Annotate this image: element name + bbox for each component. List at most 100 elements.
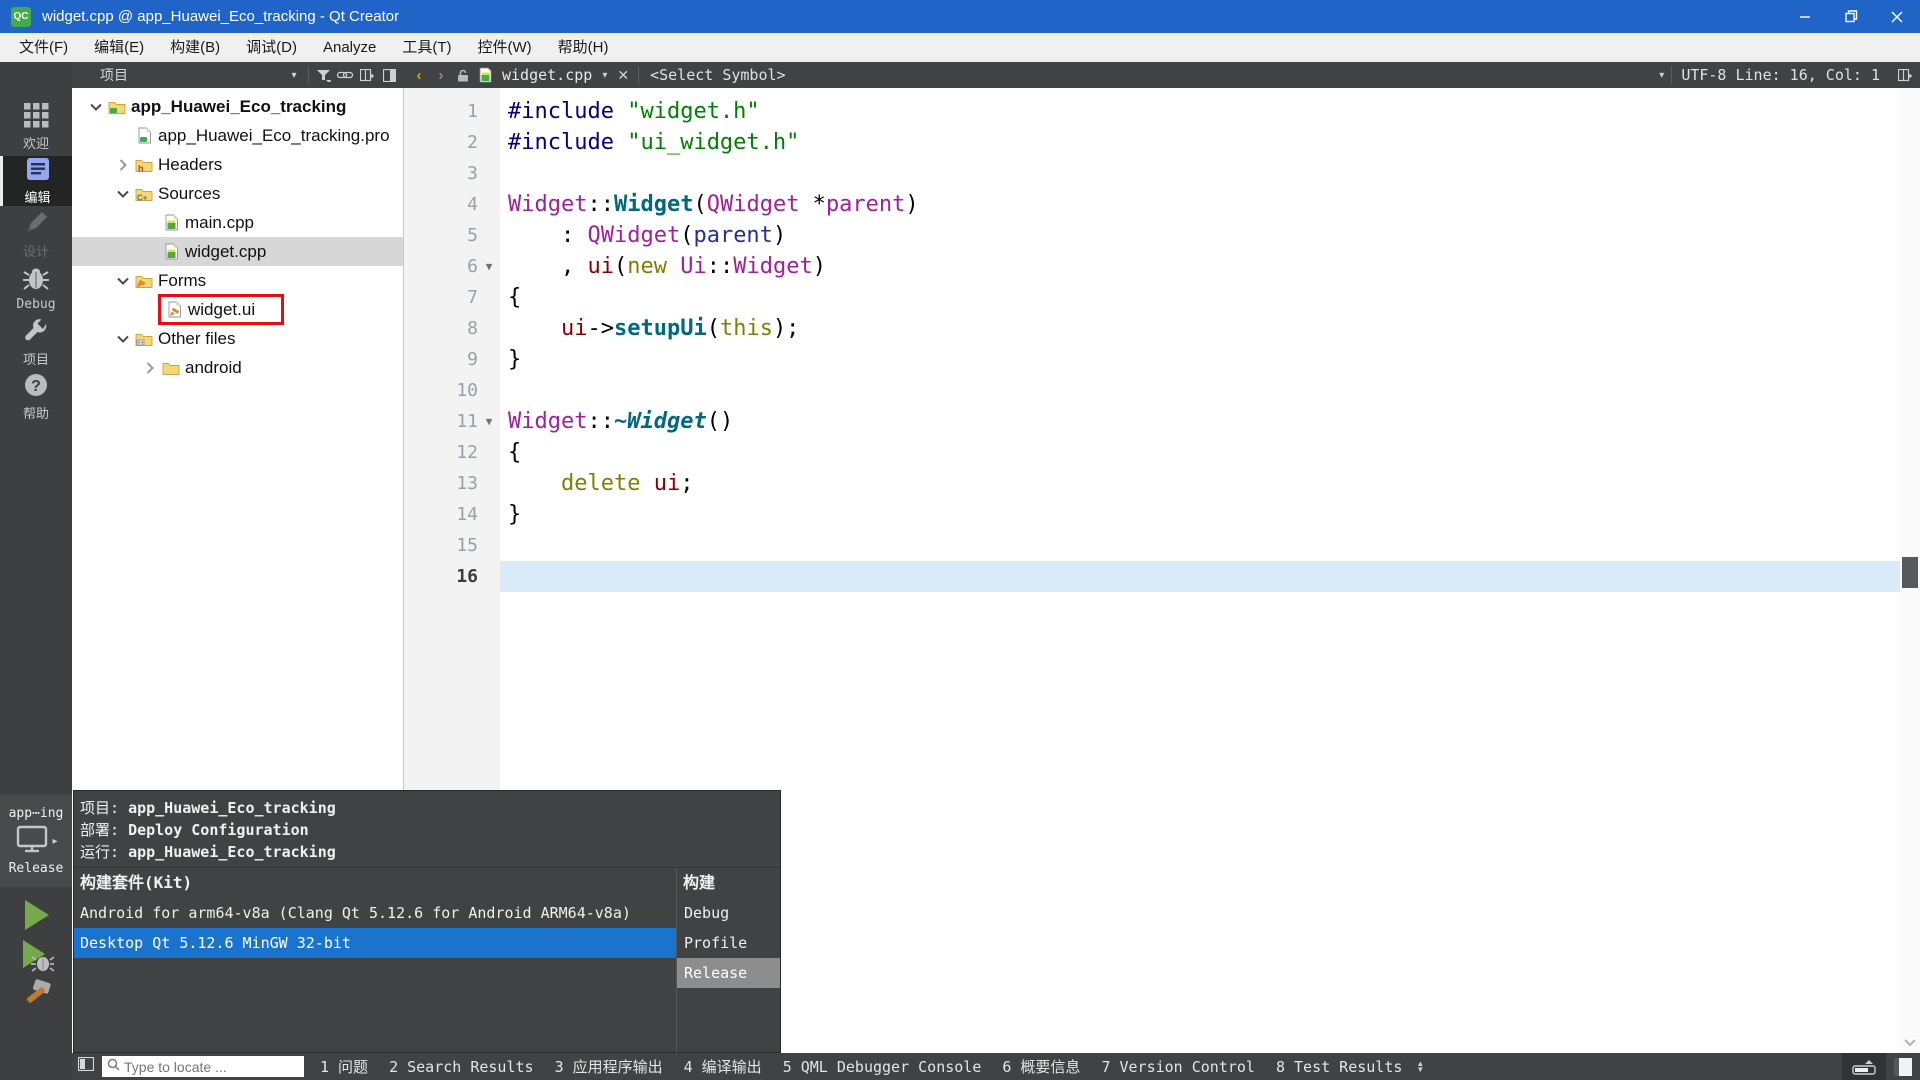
code-line-9[interactable]: }: [500, 344, 1920, 375]
debug-bug-icon: [22, 266, 50, 295]
output-pane-8[interactable]: 8 Test Results: [1276, 1058, 1402, 1076]
line-number: 7: [467, 287, 478, 308]
nav-forward-icon[interactable]: ›: [430, 67, 452, 84]
close-panel-icon[interactable]: [378, 64, 400, 86]
menu-item-1[interactable]: 编辑(E): [81, 33, 157, 62]
build-config-profile[interactable]: Profile: [677, 928, 780, 958]
tree-item-headers[interactable]: h Headers: [72, 150, 403, 179]
code-line-6[interactable]: , ui(new Ui:: Widget): [500, 251, 1920, 282]
fold-marker-icon[interactable]: ▼: [478, 415, 500, 428]
toggle-left-sidebar-icon[interactable]: [77, 1056, 95, 1076]
scrollbar-down-arrow-icon[interactable]: [1900, 1033, 1920, 1053]
code-line-15[interactable]: [500, 530, 1920, 561]
output-pane-1[interactable]: 1 问题: [320, 1056, 368, 1077]
code-line-4[interactable]: Widget:: Widget(QWidget * parent): [500, 189, 1920, 220]
tree-item-other-files[interactable]: Other files: [72, 324, 403, 353]
build-progress-icon[interactable]: [1842, 1053, 1886, 1080]
split-editor-icon[interactable]: [1894, 64, 1916, 86]
code-line-12[interactable]: {: [500, 437, 1920, 468]
menu-item-3[interactable]: 调试(D): [233, 33, 310, 62]
menu-item-6[interactable]: 控件(W): [465, 33, 545, 62]
popup-project-value: app_Huawei_Eco_tracking: [128, 799, 336, 817]
tree-item-widget-ui[interactable]: widget.ui: [72, 294, 403, 325]
mode-edit-document[interactable]: 编辑: [0, 156, 72, 206]
code-line-16[interactable]: [500, 561, 1920, 592]
open-document-name[interactable]: widget.cpp: [502, 66, 592, 84]
nav-back-icon[interactable]: ‹: [408, 67, 430, 84]
panel-mode-dropdown-icon[interactable]: ▾: [283, 64, 305, 86]
caret-down-icon[interactable]: [86, 103, 106, 111]
tree-item-app-huawei-eco-tracking-pro[interactable]: app_Huawei_Eco_tracking.pro: [72, 121, 403, 150]
tree-item-android[interactable]: android: [72, 353, 403, 382]
output-pane-6[interactable]: 6 概要信息: [1002, 1056, 1080, 1077]
caret-right-icon[interactable]: [113, 158, 133, 171]
code-line-11[interactable]: Widget:: ~Widget(): [500, 406, 1920, 437]
code-line-5[interactable]: : QWidget(parent): [500, 220, 1920, 251]
output-pane-buttons: 1 问题 2 Search Results 3 应用程序输出 4 编译输出 5 QML …: [320, 1056, 1402, 1077]
toggle-right-panel-icon[interactable]: [1886, 1053, 1920, 1080]
line-number: 11: [456, 411, 478, 432]
encoding-line-col-status[interactable]: UTF-8 Line: 16, Col: 1: [1681, 66, 1880, 84]
tree-item-main-cpp[interactable]: main.cpp: [72, 208, 403, 237]
scrollbar-thumb[interactable]: [1902, 557, 1918, 588]
mode-debug-bug[interactable]: Debug: [0, 264, 72, 314]
sync-with-editor-icon[interactable]: [334, 64, 356, 86]
caret-down-icon[interactable]: [113, 277, 133, 285]
menu-item-5[interactable]: 工具(T): [389, 33, 464, 62]
filter-icon[interactable]: [312, 64, 334, 86]
kit-selector-button[interactable]: app⋯ing ▸ Release: [0, 795, 72, 887]
code-line-2[interactable]: #include "ui_widget.h": [500, 127, 1920, 158]
caret-down-icon[interactable]: [113, 335, 133, 343]
kit-row-0[interactable]: Android for arm64-v8a (Clang Qt 5.12.6 f…: [74, 898, 676, 928]
tree-item-forms[interactable]: Forms: [72, 266, 403, 295]
fold-marker-icon[interactable]: ▼: [478, 260, 500, 273]
mode-help-question[interactable]: ? 帮助: [0, 372, 72, 422]
close-button[interactable]: [1874, 0, 1920, 33]
output-pane-4[interactable]: 4 编译输出: [684, 1056, 762, 1077]
code-line-3[interactable]: [500, 158, 1920, 189]
locator-box[interactable]: [102, 1056, 304, 1077]
mode-welcome-grid[interactable]: 欢迎: [0, 102, 72, 152]
output-pane-3[interactable]: 3 应用程序输出: [555, 1056, 663, 1077]
menu-item-4[interactable]: Analyze: [310, 33, 389, 62]
build-config-release[interactable]: Release: [677, 958, 780, 988]
mode-design-pencil[interactable]: 设计: [0, 210, 72, 260]
build-config-debug[interactable]: Debug: [677, 898, 780, 928]
gutter-line-12: 12: [404, 437, 500, 468]
folder-qt-icon: [106, 99, 128, 115]
output-pane-7[interactable]: 7 Version Control: [1101, 1058, 1255, 1076]
tree-item-sources[interactable]: C+ Sources: [72, 179, 403, 208]
menu-item-0[interactable]: 文件(F): [6, 33, 81, 62]
symbol-selector[interactable]: <Select Symbol>: [650, 66, 785, 84]
code-line-8[interactable]: ui -> setupUi(this);: [500, 313, 1920, 344]
mode-projects-wrench[interactable]: 项目: [0, 318, 72, 368]
gutter-line-14: 14: [404, 499, 500, 530]
code-line-10[interactable]: [500, 375, 1920, 406]
close-document-icon[interactable]: ✕: [617, 67, 629, 84]
code-line-14[interactable]: }: [500, 499, 1920, 530]
code-line-1[interactable]: #include "widget.h": [500, 96, 1920, 127]
minimize-button[interactable]: [1782, 0, 1828, 33]
document-dropdown-icon[interactable]: ▾: [602, 70, 607, 81]
menu-item-7[interactable]: 帮助(H): [545, 33, 622, 62]
code-line-13[interactable]: delete ui;: [500, 468, 1920, 499]
kit-row-1[interactable]: Desktop Qt 5.12.6 MinGW 32-bit: [74, 928, 676, 958]
code-line-7[interactable]: {: [500, 282, 1920, 313]
encoding-dropdown-icon[interactable]: ▾: [1659, 70, 1664, 81]
run-button[interactable]: [0, 897, 72, 937]
tree-item-widget-cpp[interactable]: widget.cpp: [72, 237, 403, 266]
restore-button[interactable]: [1828, 0, 1874, 33]
line-number: 1: [467, 101, 478, 122]
output-pane-2[interactable]: 2 Search Results: [389, 1058, 534, 1076]
debug-run-button[interactable]: [0, 938, 72, 978]
split-panel-icon[interactable]: [356, 64, 378, 86]
pane-expand-icon[interactable]: ▲ ▼: [1416, 1059, 1424, 1073]
build-button[interactable]: [0, 978, 72, 1018]
caret-down-icon[interactable]: [113, 190, 133, 198]
output-pane-5[interactable]: 5 QML Debugger Console: [783, 1058, 982, 1076]
tree-item-app-huawei-eco-tracking[interactable]: app_Huawei_Eco_tracking: [72, 92, 403, 121]
editor-scrollbar[interactable]: [1900, 88, 1920, 1053]
caret-right-icon[interactable]: [140, 361, 160, 374]
menu-item-2[interactable]: 构建(B): [157, 33, 233, 62]
locator-input[interactable]: [124, 1058, 284, 1075]
